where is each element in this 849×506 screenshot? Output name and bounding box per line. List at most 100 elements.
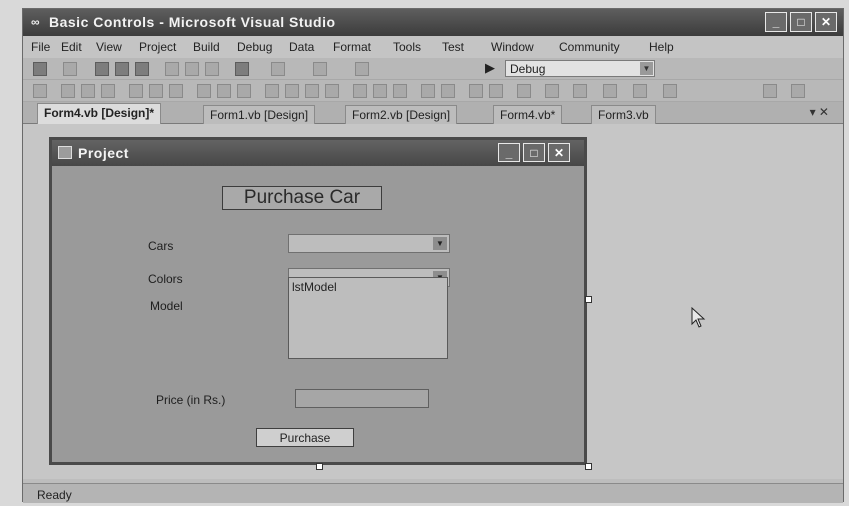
- menu-community[interactable]: Community: [559, 40, 620, 54]
- layout-toolbar: [23, 80, 843, 102]
- layout-icon[interactable]: [603, 84, 617, 98]
- vertical-spacing-decrease-icon[interactable]: [393, 84, 407, 98]
- horizontal-spacing-decrease-icon[interactable]: [325, 84, 339, 98]
- menu-tools[interactable]: Tools: [393, 40, 421, 54]
- bring-to-front-icon[interactable]: [469, 84, 483, 98]
- price-textbox[interactable]: [295, 389, 429, 408]
- snap-icon[interactable]: [663, 84, 677, 98]
- make-same-size-icon[interactable]: [237, 84, 251, 98]
- colors-label: Colors: [148, 272, 183, 286]
- standard-toolbar: ▶ Debug ▼: [23, 58, 843, 80]
- center-vertically-icon[interactable]: [441, 84, 455, 98]
- align-bottoms-icon[interactable]: [169, 84, 183, 98]
- tab-form2-design[interactable]: Form2.vb [Design]: [345, 105, 458, 124]
- toolbar-overflow-icon[interactable]: [791, 84, 805, 98]
- align-tops-icon[interactable]: [129, 84, 143, 98]
- title-bar[interactable]: ∞ Basic Controls - Microsoft Visual Stud…: [23, 9, 843, 36]
- purchase-car-heading[interactable]: Purchase Car: [222, 186, 382, 210]
- configuration-value: Debug: [510, 62, 546, 76]
- toolbar-option-icon[interactable]: [763, 84, 777, 98]
- purchase-button[interactable]: Purchase: [256, 428, 354, 447]
- form-title: Project: [78, 145, 129, 161]
- ide-window: ∞ Basic Controls - Microsoft Visual Stud…: [22, 8, 844, 503]
- menu-edit[interactable]: Edit: [61, 40, 82, 54]
- align-centers-icon[interactable]: [81, 84, 95, 98]
- undo-icon[interactable]: [235, 62, 249, 76]
- cars-label: Cars: [148, 239, 174, 253]
- close-button[interactable]: ✕: [815, 12, 837, 32]
- menu-build[interactable]: Build: [193, 40, 220, 54]
- maximize-button[interactable]: □: [790, 12, 812, 32]
- form-project[interactable]: Project _ □ ✕ Purchase Car Cars ▼ Colors…: [49, 137, 587, 465]
- lock-controls-icon[interactable]: [545, 84, 559, 98]
- menu-format[interactable]: Format: [333, 40, 371, 54]
- form-designer-surface: Project _ □ ✕ Purchase Car Cars ▼ Colors…: [23, 124, 843, 479]
- resize-handle-right[interactable]: [585, 296, 592, 303]
- cut-icon[interactable]: [165, 62, 179, 76]
- tab-order-icon[interactable]: [517, 84, 531, 98]
- center-horizontally-icon[interactable]: [421, 84, 435, 98]
- form-maximize-button: □: [523, 143, 545, 162]
- make-same-width-icon[interactable]: [197, 84, 211, 98]
- align-lefts-icon[interactable]: [61, 84, 75, 98]
- window-title: Basic Controls - Microsoft Visual Studio: [49, 14, 336, 30]
- paste-icon[interactable]: [205, 62, 219, 76]
- align-rights-icon[interactable]: [101, 84, 115, 98]
- form-icon: [58, 146, 72, 159]
- vertical-spacing-equal-icon[interactable]: [353, 84, 367, 98]
- form-client-area: Purchase Car Cars ▼ Colors ▼ Model lstMo…: [52, 166, 584, 462]
- cars-combobox[interactable]: ▼: [288, 234, 450, 253]
- vertical-spacing-increase-icon[interactable]: [373, 84, 387, 98]
- window-controls: _ □ ✕: [765, 12, 837, 32]
- tab-form4-code[interactable]: Form4.vb*: [493, 105, 563, 124]
- menu-data[interactable]: Data: [289, 40, 314, 54]
- play-icon[interactable]: ▶: [485, 60, 495, 76]
- grid-icon[interactable]: [633, 84, 647, 98]
- form-minimize-button: _: [498, 143, 520, 162]
- make-same-height-icon[interactable]: [217, 84, 231, 98]
- visual-studio-icon: ∞: [31, 15, 40, 29]
- model-listbox[interactable]: lstModel: [288, 277, 448, 359]
- menu-help[interactable]: Help: [649, 40, 674, 54]
- save-icon[interactable]: [115, 62, 129, 76]
- tab-form3-code[interactable]: Form3.vb: [591, 105, 656, 124]
- redo-icon[interactable]: [271, 62, 285, 76]
- menu-project[interactable]: Project: [139, 40, 176, 54]
- size-to-grid-icon[interactable]: [265, 84, 279, 98]
- tab-form1-design[interactable]: Form1.vb [Design]: [203, 105, 316, 124]
- minimize-button[interactable]: _: [765, 12, 787, 32]
- form-close-button: ✕: [548, 143, 570, 162]
- chevron-down-icon: ▼: [433, 237, 447, 250]
- tab-window-controls[interactable]: ▾ ✕: [810, 105, 829, 119]
- align-to-grid-icon[interactable]: [33, 84, 47, 98]
- align-middles-icon[interactable]: [149, 84, 163, 98]
- chevron-down-icon: ▼: [640, 62, 653, 75]
- new-project-icon[interactable]: [33, 62, 47, 76]
- status-bar: Ready: [23, 483, 843, 503]
- navigate-back-icon[interactable]: [313, 62, 327, 76]
- save-all-icon[interactable]: [135, 62, 149, 76]
- menu-window[interactable]: Window: [491, 40, 534, 54]
- open-file-icon[interactable]: [95, 62, 109, 76]
- horizontal-spacing-increase-icon[interactable]: [305, 84, 319, 98]
- listbox-name: lstModel: [292, 280, 337, 294]
- form-window-controls: _ □ ✕: [498, 143, 570, 162]
- tab-form4-design[interactable]: Form4.vb [Design]*: [37, 103, 162, 124]
- add-item-icon[interactable]: [63, 62, 77, 76]
- menu-debug[interactable]: Debug: [237, 40, 272, 54]
- status-text: Ready: [37, 488, 72, 502]
- send-to-back-icon[interactable]: [489, 84, 503, 98]
- resize-handle-corner[interactable]: [585, 463, 592, 470]
- format-icon[interactable]: [573, 84, 587, 98]
- resize-handle-bottom[interactable]: [316, 463, 323, 470]
- form-title-bar: Project _ □ ✕: [52, 140, 584, 166]
- menu-view[interactable]: View: [96, 40, 122, 54]
- menu-test[interactable]: Test: [442, 40, 464, 54]
- price-label: Price (in Rs.): [156, 393, 226, 407]
- mouse-cursor-icon: [691, 307, 706, 328]
- solution-configuration-select[interactable]: Debug ▼: [505, 60, 655, 77]
- navigate-forward-icon[interactable]: [355, 62, 369, 76]
- menu-file[interactable]: File: [31, 40, 50, 54]
- horizontal-spacing-equal-icon[interactable]: [285, 84, 299, 98]
- copy-icon[interactable]: [185, 62, 199, 76]
